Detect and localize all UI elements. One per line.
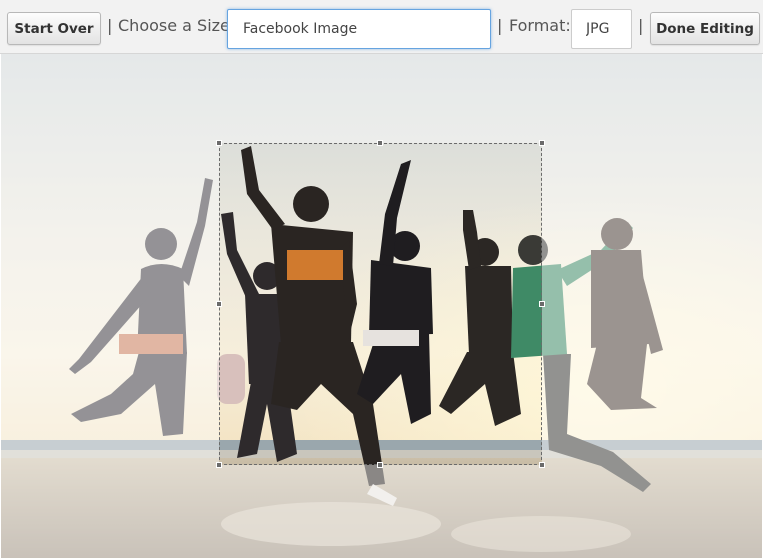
crop-overlay-bottom	[1, 465, 762, 558]
start-over-button[interactable]: Start Over	[7, 12, 101, 45]
choose-size-label: Choose a Size:	[118, 16, 236, 35]
toolbar-separator: |	[638, 16, 644, 35]
image-canvas[interactable]	[1, 54, 762, 558]
editor-toolbar: Start Over | Choose a Size: | Format: | …	[0, 0, 763, 54]
crop-overlay-right	[542, 143, 762, 465]
crop-overlay-top	[1, 54, 762, 143]
crop-handle-top-left[interactable]	[216, 140, 222, 146]
crop-handle-bottom-left[interactable]	[216, 462, 222, 468]
crop-handle-top[interactable]	[377, 140, 383, 146]
crop-handle-right[interactable]	[539, 301, 545, 307]
crop-handle-bottom-right[interactable]	[539, 462, 545, 468]
crop-handle-left[interactable]	[216, 301, 222, 307]
done-editing-button[interactable]: Done Editing	[650, 12, 760, 45]
format-input[interactable]	[571, 9, 632, 49]
toolbar-separator: |	[497, 16, 503, 35]
crop-handle-bottom[interactable]	[377, 462, 383, 468]
crop-selection[interactable]	[216, 140, 545, 468]
toolbar-separator: |	[107, 16, 113, 35]
crop-handle-top-right[interactable]	[539, 140, 545, 146]
size-input[interactable]	[227, 9, 491, 49]
crop-overlay-left	[1, 143, 219, 465]
format-label: Format:	[509, 16, 571, 35]
